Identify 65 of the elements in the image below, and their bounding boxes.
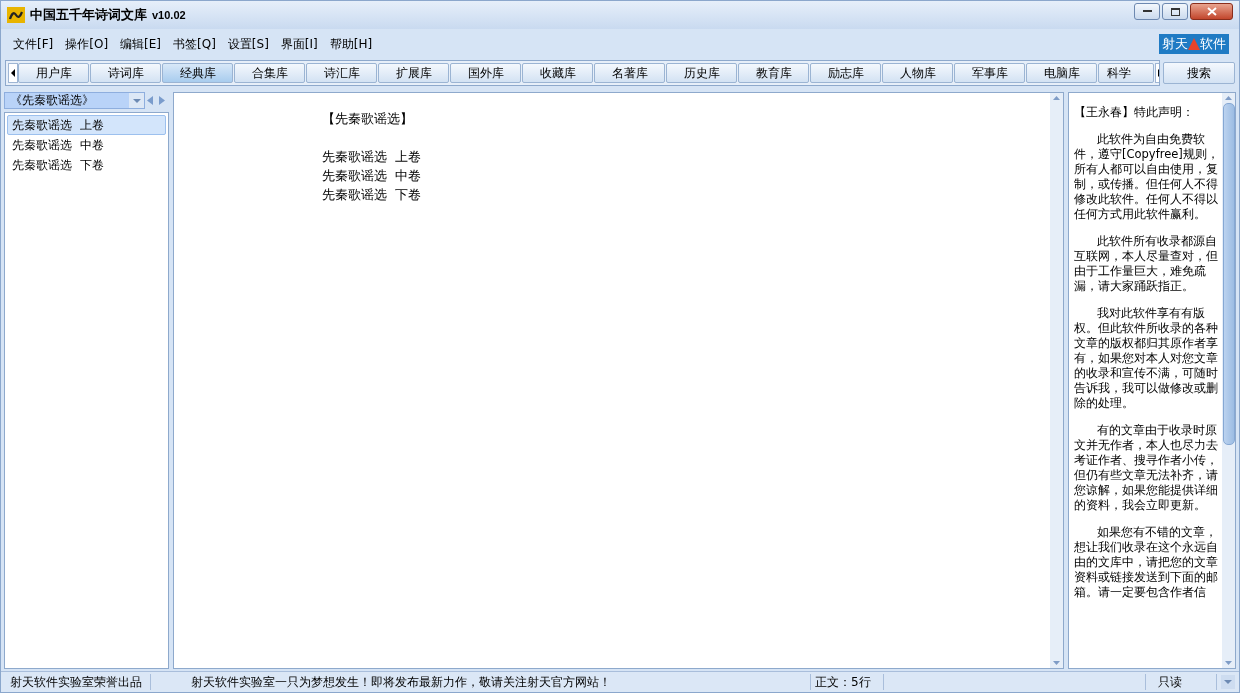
document-line: 先秦歌谣选 上卷 — [322, 148, 423, 166]
scroll-up-icon[interactable] — [1225, 96, 1232, 100]
notice-paragraph: 我对此软件享有有版权。但此软件所收录的各种文章的版权都归其原作者享有，如果您对本人对您文章的收录和宣传不满，可随时告诉我，我可以做修改或删除的处理。 — [1074, 306, 1219, 411]
volume-item[interactable]: 先秦歌谣选 下卷 — [7, 155, 166, 175]
library-tab[interactable]: 扩展库 — [378, 63, 449, 83]
menu-item[interactable]: 帮助[H] — [323, 35, 379, 53]
left-arrow-icon — [11, 69, 15, 77]
menu-item[interactable]: 设置[S] — [221, 35, 275, 53]
library-tab[interactable]: 经典库 — [162, 63, 233, 83]
maximize-button[interactable] — [1162, 3, 1188, 20]
maximize-icon — [1170, 7, 1180, 16]
brand-logo: 射天 软件 — [1159, 34, 1229, 54]
document-title: 【先秦歌谣选】 — [322, 110, 414, 128]
document-line: 先秦歌谣选 中卷 — [322, 167, 423, 185]
notice-paragraph: 有的文章由于收录时原文并无作者，本人也尽力去考证作者、搜寻作者小传，但仍有些文章无法补齐，请您谅解，如果您能提供详细的资料，我会立即更新。 — [1074, 423, 1219, 513]
scroll-left-button[interactable] — [8, 63, 18, 83]
library-tab[interactable]: 合集库 — [234, 63, 305, 83]
menu-item[interactable]: 操作[O] — [59, 35, 115, 53]
menu-item[interactable]: 文件[F] — [7, 35, 60, 53]
library-tab[interactable]: 励志库 — [810, 63, 881, 83]
document-line: 先秦歌谣选 下卷 — [322, 186, 423, 204]
line-count: 正文：5行 — [811, 674, 884, 690]
search-button[interactable]: 搜索 — [1163, 62, 1235, 84]
notice-paragraph: 此软件所有收录都源自互联网，本人尽量查对，但由于工作量巨大，难免疏漏，请大家踊跃指正。 — [1074, 234, 1219, 294]
close-icon — [1206, 7, 1217, 16]
close-button[interactable] — [1190, 3, 1233, 20]
minimize-button[interactable] — [1134, 3, 1160, 20]
library-tab[interactable]: 诗汇库 — [306, 63, 377, 83]
library-tab[interactable]: 电脑库 — [1026, 63, 1097, 83]
volume-item[interactable]: 先秦歌谣选 中卷 — [7, 135, 166, 155]
library-tab[interactable]: 历史库 — [666, 63, 737, 83]
library-tab[interactable]: 国外库 — [450, 63, 521, 83]
library-tab[interactable]: 收藏库 — [522, 63, 593, 83]
scroll-down-icon[interactable] — [1053, 661, 1060, 665]
menu-item[interactable]: 界面[I] — [274, 35, 324, 53]
library-tab[interactable]: 诗词库 — [90, 63, 161, 83]
library-tab[interactable]: 教育库 — [738, 63, 809, 83]
read-only-indicator: 只读 — [1145, 674, 1217, 690]
scroll-down-icon[interactable] — [1225, 661, 1232, 665]
notice-paragraph: 如果您有不错的文章，想让我们收录在这个永远自由的文库中，请把您的文章资料或链接发送到下面的邮箱。请一定要包含作者信 — [1074, 525, 1219, 600]
status-message: 射天软件实验室一只为梦想发生！即将发布最新力作，敬请关注射天官方网站！ — [151, 674, 811, 690]
library-tab[interactable]: 人物库 — [882, 63, 953, 83]
previous-arrow-icon[interactable] — [147, 96, 153, 105]
menu-item[interactable]: 书签[Q] — [167, 35, 222, 53]
dropdown-arrow-icon — [1224, 680, 1232, 684]
scrollbar[interactable] — [1050, 93, 1063, 668]
status-credit: 射天软件实验室荣誉出品 — [1, 674, 151, 690]
library-tab[interactable]: 军事库 — [954, 63, 1025, 83]
app-logo-icon — [7, 7, 25, 23]
scroll-up-icon[interactable] — [1053, 96, 1060, 100]
volume-item[interactable]: 先秦歌谣选 上卷 — [7, 115, 166, 135]
library-tab[interactable]: 用户库 — [18, 63, 89, 83]
version-label: v10.02 — [152, 9, 186, 21]
mode-dropdown-button[interactable] — [1221, 675, 1235, 689]
menu-item[interactable]: 编辑[E] — [114, 35, 168, 53]
window-title: 中国五千年诗词文库 — [30, 6, 147, 24]
library-tab[interactable]: 科学 — [1098, 63, 1154, 83]
notice-paragraph: 此软件为自由免费软件，遵守[Copyfree]规则，所有人都可以自由使用，复制，或传播。但任何人不得修改此软件。任何人不得以任何方式用此软件赢利。 — [1074, 132, 1220, 222]
library-tab[interactable]: 名著库 — [594, 63, 665, 83]
notice-heading: 【王永春】特此声明： — [1074, 105, 1195, 120]
scrollbar[interactable] — [1222, 93, 1235, 668]
minimize-icon — [1142, 10, 1152, 13]
book-dropdown[interactable]: 《先秦歌谣选》 — [4, 92, 145, 109]
next-arrow-icon[interactable] — [159, 96, 165, 105]
dropdown-arrow-icon — [132, 98, 141, 103]
